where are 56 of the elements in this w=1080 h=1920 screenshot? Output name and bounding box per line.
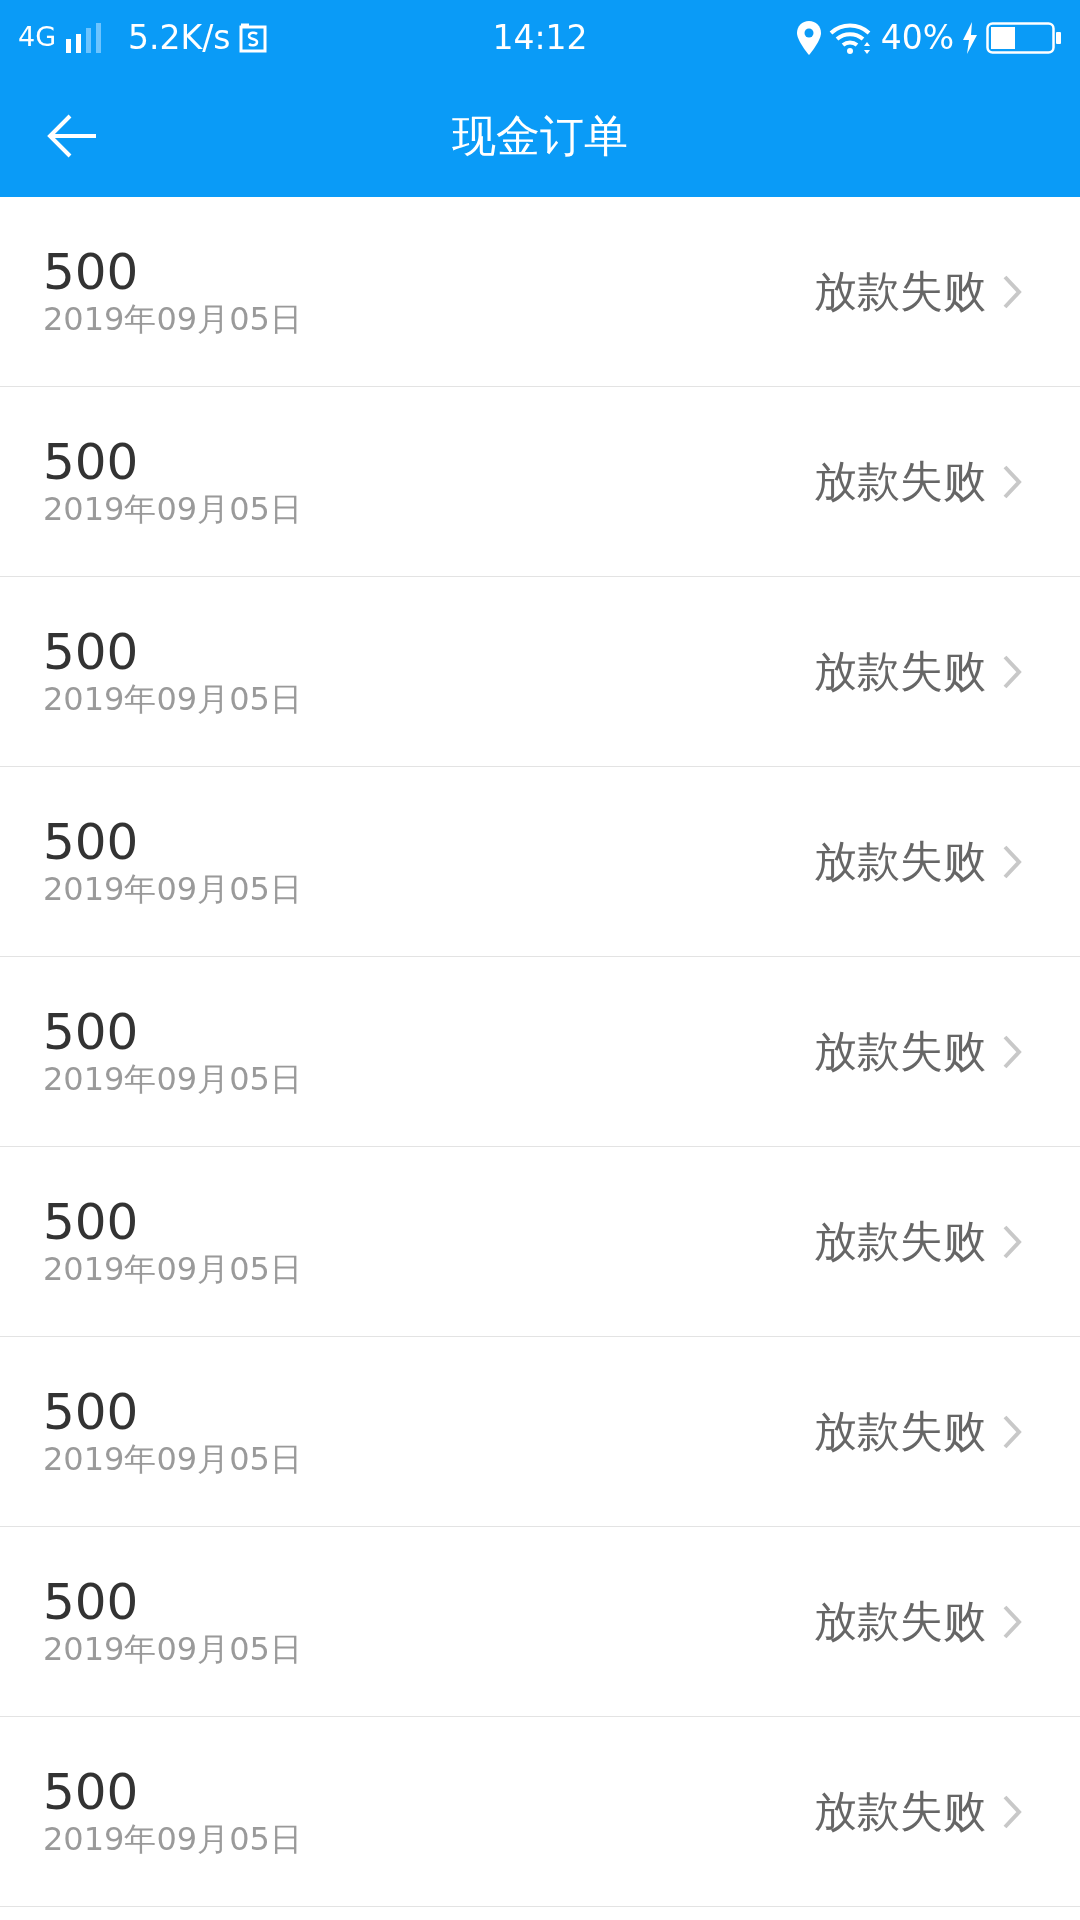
chevron-right-icon: [1002, 843, 1022, 880]
order-amount: 500: [43, 624, 140, 680]
battery-icon: [986, 21, 1062, 54]
order-amount: 500: [43, 1194, 140, 1250]
app-notification-icon: [238, 22, 267, 53]
order-status: 放款失败: [814, 1405, 986, 1459]
network-type: 4G: [18, 20, 57, 55]
wifi-icon: [828, 21, 873, 54]
order-status: 放款失败: [814, 265, 986, 319]
order-row[interactable]: 500 2019年09月05日 放款失败: [0, 957, 1080, 1147]
network-speed: 5.2K/s: [128, 16, 231, 59]
order-amount: 500: [43, 1574, 140, 1630]
page-title: 现金订单: [452, 109, 628, 163]
order-row[interactable]: 500 2019年09月05日 放款失败: [0, 1337, 1080, 1527]
chevron-right-icon: [1002, 463, 1022, 500]
chevron-right-icon: [1002, 1413, 1022, 1450]
order-amount: 500: [43, 434, 140, 490]
order-date: 2019年09月05日: [43, 1249, 302, 1289]
order-status: 放款失败: [814, 1595, 986, 1649]
chevron-right-icon: [1002, 1033, 1022, 1070]
order-amount: 500: [43, 1384, 140, 1440]
chevron-right-icon: [1002, 273, 1022, 310]
order-date: 2019年09月05日: [43, 299, 302, 339]
order-date: 2019年09月05日: [43, 489, 302, 529]
order-row[interactable]: 500 2019年09月05日 放款失败: [0, 1717, 1080, 1907]
order-date: 2019年09月05日: [43, 869, 302, 909]
order-date: 2019年09月05日: [43, 1059, 302, 1099]
order-status: 放款失败: [814, 645, 986, 699]
order-row[interactable]: 500 2019年09月05日 放款失败: [0, 1527, 1080, 1717]
charging-icon: [962, 21, 978, 54]
order-amount: 500: [43, 1004, 140, 1060]
order-row[interactable]: 500 2019年09月05日 放款失败: [0, 577, 1080, 767]
order-row[interactable]: 500 2019年09月05日 放款失败: [0, 1147, 1080, 1337]
chevron-right-icon: [1002, 653, 1022, 690]
clock-time: 14:12: [492, 16, 588, 59]
battery-percent: 40%: [880, 16, 954, 59]
order-row[interactable]: 500 2019年09月05日 放款失败: [0, 197, 1080, 387]
order-status: 放款失败: [814, 835, 986, 889]
chevron-right-icon: [1002, 1793, 1022, 1830]
order-date: 2019年09月05日: [43, 1439, 302, 1479]
order-amount: 500: [43, 1764, 140, 1820]
order-status: 放款失败: [814, 1215, 986, 1269]
order-date: 2019年09月05日: [43, 1629, 302, 1669]
order-row[interactable]: 500 2019年09月05日 放款失败: [0, 767, 1080, 957]
chevron-right-icon: [1002, 1603, 1022, 1640]
order-row[interactable]: 500 2019年09月05日 放款失败: [0, 387, 1080, 577]
order-status: 放款失败: [814, 1785, 986, 1839]
location-icon: [796, 20, 821, 55]
order-status: 放款失败: [814, 1025, 986, 1079]
order-amount: 500: [43, 244, 140, 300]
back-arrow-icon: [46, 114, 98, 158]
order-status: 放款失败: [814, 455, 986, 509]
order-amount: 500: [43, 814, 140, 870]
order-date: 2019年09月05日: [43, 1819, 302, 1859]
chevron-right-icon: [1002, 1223, 1022, 1260]
order-date: 2019年09月05日: [43, 679, 302, 719]
